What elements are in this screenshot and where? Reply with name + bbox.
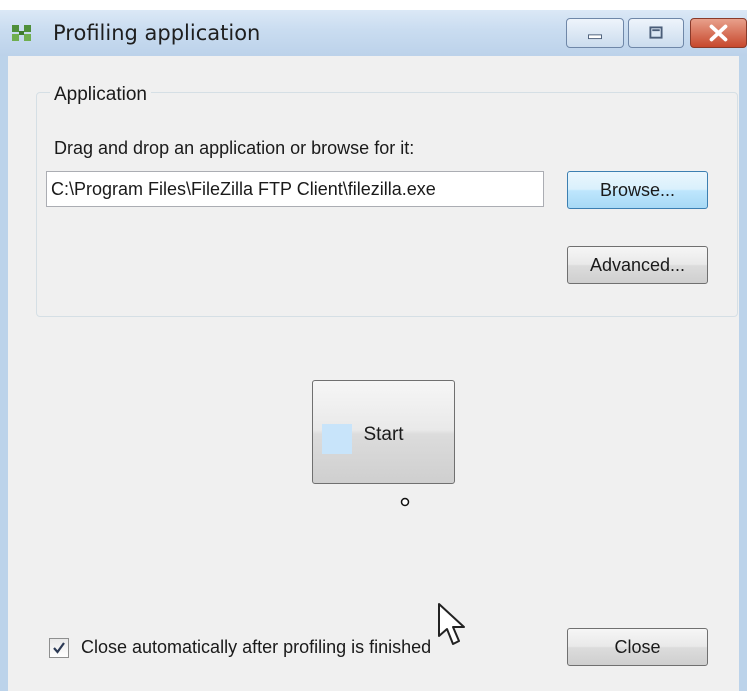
profiler-app-icon	[11, 23, 33, 43]
start-button-label: Start	[363, 424, 404, 445]
window-title: Profiling application	[53, 21, 261, 45]
browse-button[interactable]: Browse...	[567, 171, 708, 209]
profiling-window: Profiling application Application Drag a…	[0, 10, 747, 691]
auto-close-checkbox[interactable]	[49, 638, 69, 658]
close-button[interactable]: Close	[567, 628, 708, 666]
minimize-button[interactable]	[566, 18, 624, 48]
drag-drop-instruction: Drag and drop an application or browse f…	[54, 138, 415, 158]
title-bar[interactable]: Profiling application	[0, 10, 747, 56]
maximize-icon	[649, 26, 663, 39]
application-path-input[interactable]: C:\Program Files\FileZilla FTP Client\fi…	[46, 171, 544, 207]
advanced-button[interactable]: Advanced...	[567, 246, 708, 284]
mouse-pointer-icon	[437, 602, 469, 648]
auto-close-label[interactable]: Close automatically after profiling is f…	[81, 637, 431, 658]
minimize-icon	[588, 34, 602, 40]
close-window-button[interactable]	[690, 18, 747, 48]
close-x-icon	[709, 24, 728, 42]
busy-cursor-icon	[400, 494, 410, 507]
maximize-button[interactable]	[628, 18, 684, 48]
checkmark-icon	[53, 642, 65, 654]
start-button[interactable]: Start	[312, 380, 455, 484]
dialog-client-area: Application Drag and drop an application…	[8, 56, 739, 691]
application-group-legend: Application	[50, 84, 151, 106]
